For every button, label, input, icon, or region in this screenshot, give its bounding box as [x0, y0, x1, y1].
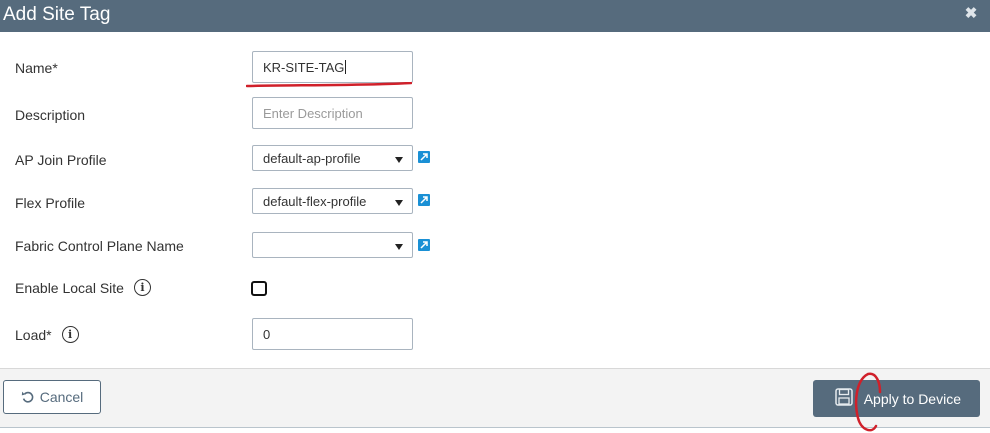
- red-underline-annotation: [246, 82, 412, 88]
- ap-join-profile-label-text: AP Join Profile: [15, 152, 107, 168]
- ap-join-profile-select[interactable]: default-ap-profile: [252, 145, 413, 171]
- close-icon[interactable]: ✖: [964, 6, 978, 22]
- cancel-button[interactable]: Cancel: [3, 380, 101, 414]
- fabric-control-plane-label-text: Fabric Control Plane Name: [15, 238, 184, 254]
- apply-to-device-button[interactable]: Apply to Device: [813, 380, 980, 417]
- dialog-title: Add Site Tag: [3, 4, 111, 25]
- apply-label: Apply to Device: [863, 390, 961, 407]
- flex-profile-label-text: Flex Profile: [15, 195, 86, 211]
- description-input[interactable]: Enter Description: [252, 97, 413, 129]
- fabric-control-plane-select[interactable]: [252, 232, 413, 258]
- flex-profile-select[interactable]: default-flex-profile: [252, 188, 413, 214]
- text-caret: [345, 60, 347, 74]
- name-input[interactable]: KR-SITE-TAG: [252, 51, 413, 83]
- load-label-text: Load*: [15, 326, 52, 343]
- ap-join-profile-value: default-ap-profile: [263, 150, 361, 166]
- name-input-value: KR-SITE-TAG: [263, 59, 345, 75]
- flex-profile-value: default-flex-profile: [263, 193, 367, 209]
- load-label: Load* i: [15, 326, 79, 343]
- enable-local-site-label-text: Enable Local Site: [15, 279, 124, 296]
- external-link-icon[interactable]: [418, 151, 430, 163]
- load-input[interactable]: 0: [252, 318, 413, 350]
- external-link-icon[interactable]: [418, 239, 430, 251]
- add-site-tag-dialog: Add Site Tag ✖ Name* KR-SITE-TAG Descrip…: [0, 0, 990, 433]
- external-link-icon[interactable]: [418, 194, 430, 206]
- description-placeholder: Enter Description: [263, 105, 363, 121]
- info-icon[interactable]: i: [61, 326, 79, 343]
- description-label: Description: [15, 107, 85, 123]
- name-label: Name*: [15, 60, 58, 76]
- dialog-header: Add Site Tag ✖: [0, 0, 990, 32]
- undo-icon: [21, 391, 34, 403]
- chevron-down-icon: [395, 244, 403, 250]
- enable-local-site-checkbox[interactable]: [251, 281, 267, 296]
- enable-local-site-label: Enable Local Site i: [15, 279, 151, 296]
- flex-profile-label: Flex Profile: [15, 195, 85, 211]
- dialog-footer: Cancel Apply to Device: [0, 368, 990, 428]
- info-icon[interactable]: i: [133, 279, 151, 296]
- cancel-label: Cancel: [39, 389, 84, 405]
- load-input-value: 0: [263, 326, 271, 342]
- save-icon: [835, 388, 853, 406]
- name-label-text: Name*: [15, 60, 58, 76]
- fabric-control-plane-label: Fabric Control Plane Name: [15, 238, 184, 254]
- description-label-text: Description: [15, 107, 86, 123]
- chevron-down-icon: [395, 200, 403, 206]
- chevron-down-icon: [395, 157, 403, 163]
- ap-join-profile-label: AP Join Profile: [15, 152, 107, 168]
